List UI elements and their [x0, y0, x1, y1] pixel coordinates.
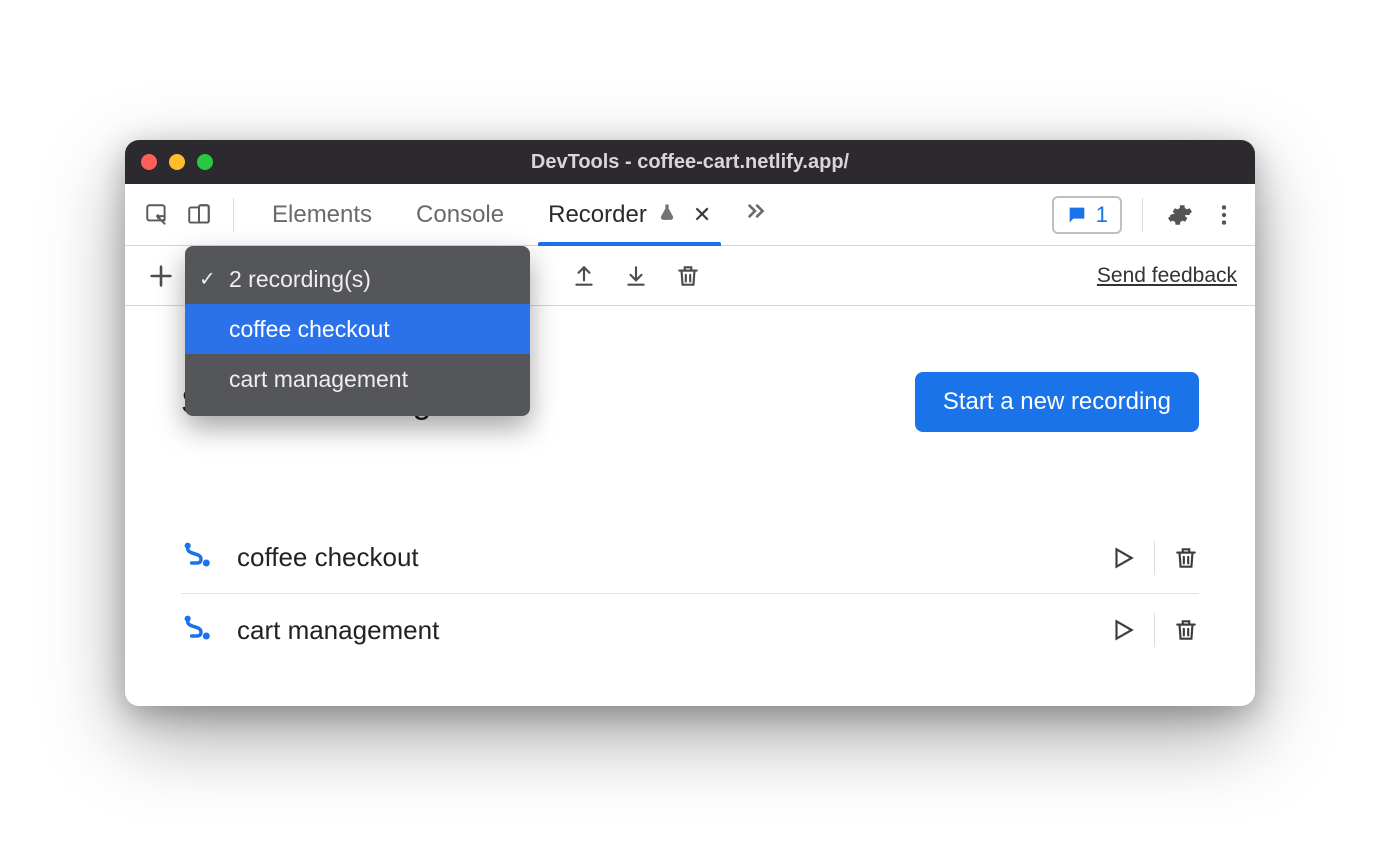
issues-chip[interactable]: 1	[1052, 196, 1122, 234]
tab-label: Console	[416, 201, 504, 229]
trash-icon[interactable]	[1173, 617, 1199, 643]
issues-count: 1	[1096, 202, 1108, 228]
delete-icon[interactable]	[670, 258, 706, 294]
tab-console[interactable]: Console	[394, 184, 526, 245]
experiment-flask-icon	[657, 201, 677, 229]
titlebar: DevTools - coffee-cart.netlify.app/	[125, 140, 1255, 184]
window-title: DevTools - coffee-cart.netlify.app/	[125, 151, 1255, 174]
close-tab-icon[interactable]: ✕	[693, 202, 711, 228]
flow-icon	[181, 612, 213, 649]
send-feedback-link[interactable]: Send feedback	[1097, 264, 1237, 288]
close-window-button[interactable]	[141, 154, 157, 170]
row-actions	[1110, 613, 1199, 647]
recording-name: coffee checkout	[237, 542, 1086, 573]
tabbar-right: 1	[1052, 196, 1241, 234]
devtools-window: DevTools - coffee-cart.netlify.app/ Elem…	[125, 140, 1255, 706]
row-actions	[1110, 541, 1199, 575]
tab-recorder[interactable]: Recorder ✕	[526, 184, 733, 245]
separator	[1154, 541, 1155, 575]
more-options-icon[interactable]	[1207, 198, 1241, 232]
minimize-window-button[interactable]	[169, 154, 185, 170]
separator	[233, 198, 234, 232]
devtools-tabbar: Elements Console Recorder ✕	[125, 184, 1255, 246]
recordings-list: coffee checkout	[181, 522, 1199, 666]
zoom-window-button[interactable]	[197, 154, 213, 170]
chevrons-right-icon	[743, 198, 769, 231]
dropdown-item[interactable]: cart management	[185, 354, 530, 404]
dropdown-item-label: coffee checkout	[229, 316, 390, 343]
inspect-element-icon[interactable]	[139, 197, 175, 233]
recorder-toolbar: Send feedback ✓ 2 recording(s) coffee ch…	[125, 246, 1255, 306]
traffic-lights	[141, 154, 213, 170]
recording-name: cart management	[237, 615, 1086, 646]
settings-gear-icon[interactable]	[1163, 198, 1197, 232]
dropdown-item-selected[interactable]: coffee checkout	[185, 304, 530, 354]
tab-label: Recorder	[548, 201, 647, 229]
start-recording-button[interactable]: Start a new recording	[915, 372, 1199, 432]
export-icon[interactable]	[566, 258, 602, 294]
dropdown-item-label: cart management	[229, 366, 408, 393]
flow-icon	[181, 539, 213, 576]
recording-row[interactable]: cart management	[181, 594, 1199, 666]
more-tabs-button[interactable]	[733, 184, 779, 245]
recordings-dropdown[interactable]: ✓ 2 recording(s) coffee checkout cart ma…	[185, 246, 530, 416]
separator	[1142, 198, 1143, 232]
dropdown-summary-label: 2 recording(s)	[229, 266, 371, 293]
recording-row[interactable]: coffee checkout	[181, 522, 1199, 594]
tab-label: Elements	[272, 201, 372, 229]
trash-icon[interactable]	[1173, 545, 1199, 571]
check-icon: ✓	[199, 267, 216, 292]
device-toolbar-icon[interactable]	[181, 197, 217, 233]
play-icon[interactable]	[1110, 617, 1136, 643]
play-icon[interactable]	[1110, 545, 1136, 571]
tab-elements[interactable]: Elements	[250, 184, 394, 245]
separator	[1154, 613, 1155, 647]
import-icon[interactable]	[618, 258, 654, 294]
panel-tabs: Elements Console Recorder ✕	[250, 184, 779, 245]
dropdown-summary[interactable]: ✓ 2 recording(s)	[185, 254, 530, 304]
new-recording-icon[interactable]	[143, 258, 179, 294]
